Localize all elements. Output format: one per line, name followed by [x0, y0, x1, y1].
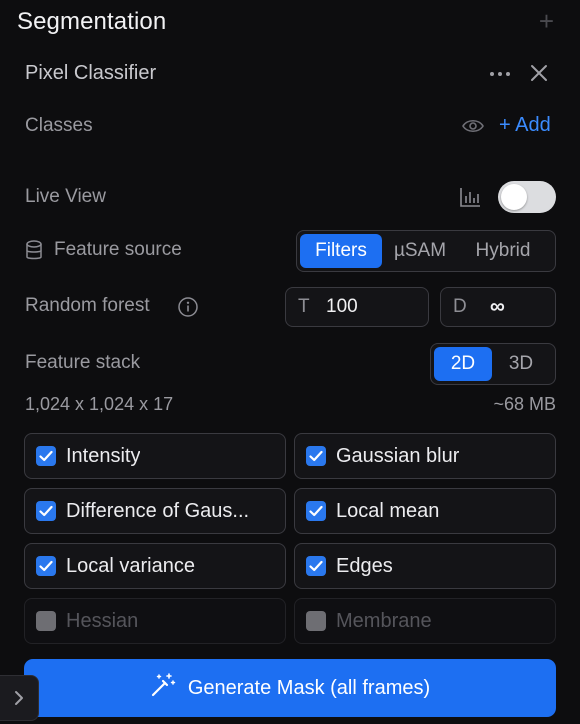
histogram-icon[interactable]: [459, 187, 481, 207]
database-icon: [25, 240, 45, 262]
stack-3d-option[interactable]: 3D: [492, 347, 550, 381]
live-view-label: Live View: [25, 186, 106, 207]
feature-label: Hessian: [66, 609, 139, 632]
trees-value: 100: [326, 296, 358, 317]
feature-hessian[interactable]: Hessian: [24, 598, 286, 644]
panel-title: Segmentation: [17, 8, 167, 35]
generate-mask-button[interactable]: Generate Mask (all frames): [24, 659, 556, 717]
feature-source-hybrid[interactable]: Hybrid: [458, 234, 548, 268]
chevron-right-icon: [15, 691, 23, 705]
checkbox-unchecked-icon: [306, 611, 326, 631]
feature-stack-label: Feature stack: [25, 352, 141, 373]
feature-edges[interactable]: Edges: [294, 543, 556, 589]
close-icon[interactable]: [530, 64, 548, 82]
feature-label: Membrane: [336, 609, 432, 632]
add-panel-icon[interactable]: +: [539, 8, 554, 34]
feature-local-mean[interactable]: Local mean: [294, 488, 556, 534]
feature-difference-of-gaussians[interactable]: Difference of Gaus...: [24, 488, 286, 534]
more-options-icon[interactable]: [488, 64, 512, 82]
feature-source-musam[interactable]: µSAM: [382, 234, 458, 268]
stack-memory-size: ~68 MB: [493, 394, 556, 414]
feature-label: Local mean: [336, 499, 440, 522]
feature-label: Difference of Gaus...: [66, 499, 250, 522]
feature-gaussian-blur[interactable]: Gaussian blur: [294, 433, 556, 479]
random-forest-label: Random forest: [25, 295, 150, 316]
feature-intensity[interactable]: Intensity: [24, 433, 286, 479]
depth-prefix: D: [453, 296, 467, 317]
feature-membrane[interactable]: Membrane: [294, 598, 556, 644]
feature-source-filters[interactable]: Filters: [300, 234, 382, 268]
depth-value: ∞: [490, 295, 505, 318]
feature-label: Local variance: [66, 554, 195, 577]
checkbox-checked-icon: [306, 446, 326, 466]
info-icon[interactable]: [177, 296, 199, 318]
checkbox-checked-icon: [36, 501, 56, 521]
checkbox-checked-icon: [306, 501, 326, 521]
feature-label: Intensity: [66, 444, 141, 467]
expand-sidebar-button[interactable]: [0, 675, 39, 721]
stack-2d-option[interactable]: 2D: [434, 347, 492, 381]
checkbox-checked-icon: [36, 446, 56, 466]
feature-source-selector: Filters µSAM Hybrid: [296, 230, 556, 272]
eye-icon[interactable]: [461, 117, 485, 135]
depth-field[interactable]: D ∞: [440, 287, 556, 327]
toggle-knob: [501, 184, 527, 210]
feature-label: Edges: [336, 554, 393, 577]
stack-dimensions: 1,024 x 1,024 x 17: [25, 394, 174, 414]
generate-mask-label: Generate Mask (all frames): [187, 676, 431, 699]
feature-label: Gaussian blur: [336, 444, 460, 467]
add-class-button[interactable]: + Add: [499, 114, 551, 137]
feature-source-label: Feature source: [54, 239, 182, 260]
trees-field[interactable]: T 100: [285, 287, 429, 327]
checkbox-checked-icon: [306, 556, 326, 576]
live-view-toggle[interactable]: [498, 181, 556, 213]
classes-label: Classes: [25, 115, 93, 136]
trees-prefix: T: [298, 296, 310, 317]
magic-wand-icon: [150, 672, 188, 704]
feature-local-variance[interactable]: Local variance: [24, 543, 286, 589]
classifier-name: Pixel Classifier: [25, 62, 157, 84]
feature-stack-dimension-selector: 2D 3D: [430, 343, 556, 385]
checkbox-checked-icon: [36, 556, 56, 576]
checkbox-unchecked-icon: [36, 611, 56, 631]
